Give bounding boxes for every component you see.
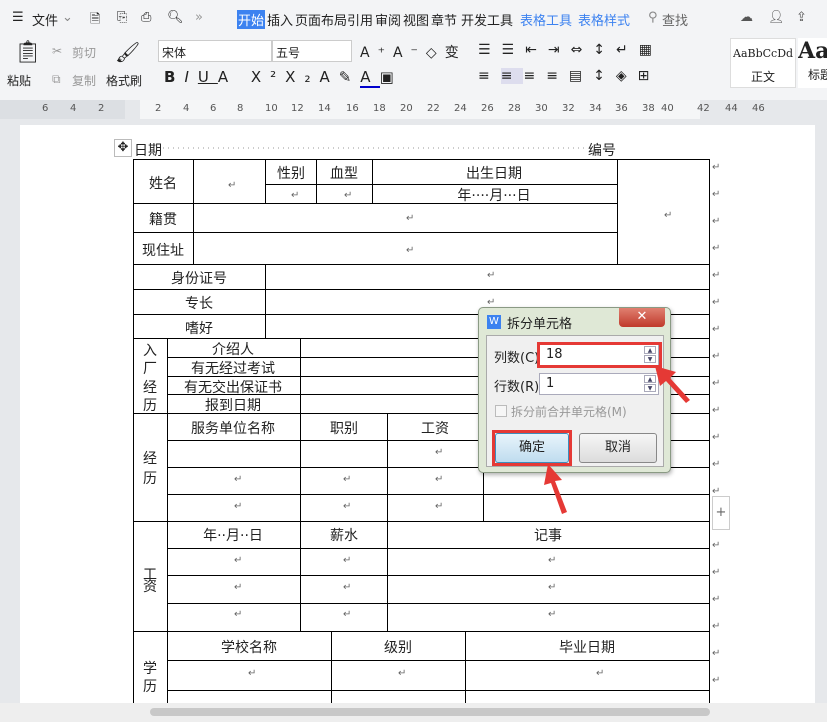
- paragraph-mark: ↵: [343, 501, 352, 512]
- entry-char: 历: [143, 398, 157, 414]
- native-label: 籍贯: [149, 212, 177, 228]
- blood-label: 血型: [330, 166, 358, 182]
- paragraph-mark: ↵: [664, 210, 673, 221]
- date-label: 日期: [134, 143, 162, 159]
- highlight-box: [492, 430, 572, 466]
- wage-header: 记事: [534, 528, 562, 544]
- entry-row-label: 有无交出保证书: [184, 380, 282, 396]
- add-column-icon[interactable]: +: [712, 496, 730, 530]
- paragraph-mark: ↵: [548, 582, 557, 593]
- exp-header: 服务单位名称: [191, 421, 275, 437]
- address-label: 现住址: [142, 243, 184, 259]
- paragraph-mark: ↵: [234, 609, 243, 620]
- table-grid: [133, 147, 710, 705]
- cols-label: 列数(C): [494, 351, 540, 366]
- exp-header: 职别: [330, 421, 358, 437]
- exp-header: 工资: [421, 421, 449, 437]
- horizontal-scrollbar[interactable]: [0, 703, 827, 722]
- row-end-mark: ↵: [712, 432, 721, 443]
- paragraph-mark: ↵: [344, 190, 353, 201]
- row-end-mark: ↵: [712, 324, 721, 335]
- row-end-mark: ↵: [712, 648, 721, 659]
- row-end-mark: ↵: [712, 162, 721, 173]
- paragraph-mark: ↵: [435, 501, 444, 512]
- id-label: 身份证号: [171, 271, 227, 287]
- row-end-mark: ↵: [712, 405, 721, 416]
- entry-row-label: 介绍人: [212, 342, 254, 358]
- entry-char: 经: [143, 380, 157, 396]
- row-end-mark: ↵: [712, 270, 721, 281]
- paragraph-mark: ↵: [548, 555, 557, 566]
- merge-checkbox[interactable]: [495, 405, 507, 417]
- paragraph-mark: ↵: [406, 213, 415, 224]
- row-end-mark: ↵: [712, 216, 721, 227]
- row-end-mark: ↵: [712, 675, 721, 686]
- paragraph-mark: ↵: [234, 582, 243, 593]
- edu-header: 级别: [384, 640, 412, 656]
- entry-char: 厂: [143, 361, 157, 377]
- edu-header: 毕业日期: [559, 640, 615, 656]
- edu-char: 学: [143, 661, 157, 677]
- paragraph-mark: ↵: [343, 555, 352, 566]
- row-end-mark: ↵: [712, 189, 721, 200]
- paragraph-mark: ↵: [343, 474, 352, 485]
- row-end-mark: ↵: [712, 594, 721, 605]
- hobby-label: 嗜好: [185, 321, 213, 337]
- paragraph-mark: ↵: [435, 447, 444, 458]
- paragraph-mark: ↵: [548, 609, 557, 620]
- scroll-thumb[interactable]: [150, 708, 710, 716]
- paragraph-mark: ↵: [343, 609, 352, 620]
- birth-label: 出生日期: [466, 166, 522, 182]
- birth-format: 年····月···日: [457, 188, 531, 204]
- paragraph-mark: ↵: [343, 582, 352, 593]
- paragraph-mark: ↵: [228, 180, 237, 191]
- rows-spin-down[interactable]: ▼: [644, 384, 656, 392]
- row-end-mark: ↵: [712, 243, 721, 254]
- name-label: 姓名: [149, 176, 177, 192]
- gender-label: 性别: [277, 166, 305, 182]
- paragraph-mark: ↵: [435, 474, 444, 485]
- rows-input[interactable]: 1 ▲ ▼: [539, 373, 659, 395]
- edu-char: 历: [143, 679, 157, 695]
- rows-label: 行数(R):: [494, 380, 544, 395]
- paragraph-mark: ↵: [487, 270, 496, 281]
- paragraph-mark: ↵: [234, 474, 243, 485]
- dialog-body: 列数(C) 18 ▲ ▼ 行数(R): 1 ▲ ▼ 拆分前合并单元格(M) 确定 取…: [486, 335, 664, 467]
- entry-char: 入: [143, 343, 157, 359]
- paragraph-mark: ↵: [248, 668, 257, 679]
- paragraph-mark: ↵: [596, 668, 605, 679]
- dialog-title: 拆分单元格: [507, 317, 573, 332]
- row-end-mark: ↵: [712, 297, 721, 308]
- number-label: 编号: [588, 143, 616, 159]
- row-end-mark: ↵: [712, 540, 721, 551]
- wps-logo-icon: W: [487, 315, 501, 329]
- row-end-mark: ↵: [712, 378, 721, 389]
- entry-row-label: 报到日期: [205, 398, 261, 414]
- rows-spin-up[interactable]: ▲: [644, 375, 656, 383]
- highlight-box: [537, 342, 662, 368]
- wage-header: 年··月··日: [203, 528, 263, 544]
- wage-char: 资: [143, 579, 157, 595]
- paragraph-mark: ↵: [234, 555, 243, 566]
- paragraph-mark: ↵: [406, 245, 415, 256]
- wage-header: 薪水: [330, 528, 358, 544]
- rows-value: 1: [546, 376, 555, 391]
- row-end-mark: ↵: [712, 351, 721, 362]
- row-end-mark: ↵: [712, 459, 721, 470]
- split-cells-dialog: W 拆分单元格 ✕ 列数(C) 18 ▲ ▼ 行数(R): 1 ▲ ▼ 拆分前合并单…: [478, 307, 671, 473]
- exp-char: 历: [143, 471, 157, 487]
- merge-label: 拆分前合并单元格(M): [511, 405, 627, 419]
- close-button[interactable]: ✕: [619, 308, 665, 327]
- edu-header: 学校名称: [221, 640, 277, 656]
- specialty-label: 专长: [185, 296, 213, 312]
- row-end-mark: ↵: [712, 567, 721, 578]
- table-move-handle-icon[interactable]: ✥: [114, 139, 132, 157]
- exp-char: 经: [143, 451, 157, 467]
- paragraph-mark: ↵: [234, 501, 243, 512]
- paragraph-mark: ↵: [291, 190, 300, 201]
- cancel-button[interactable]: 取消: [579, 433, 657, 463]
- entry-row-label: 有无经过考试: [191, 361, 275, 377]
- row-end-mark: ↵: [712, 621, 721, 632]
- paragraph-mark: ↵: [398, 668, 407, 679]
